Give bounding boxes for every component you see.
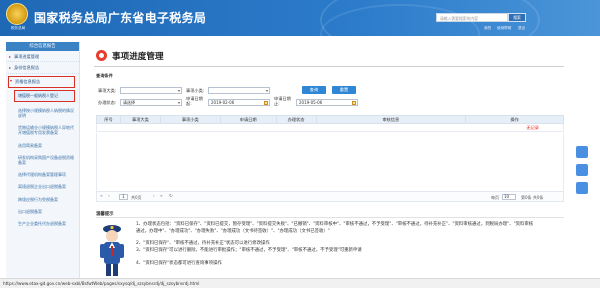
site-title[interactable]: 国家税务总局广东省电子税务局 [34,9,206,26]
tip-line: 1、办理状态包括："资料已保存"、"资料已提交，暂存受理"、"资料提交失败"、"… [136,222,534,234]
sidebar-sub-item[interactable]: 跨境应税行为免税备案 [6,193,79,205]
sidebar-sub-item[interactable]: 选择代理机构备案管理事项 [6,168,79,180]
sidebar-item-label: 事项进度管理 [14,54,40,59]
sidebar-group-qualification[interactable]: ▾ 资格信息报告 [8,75,75,88]
status-select[interactable]: 请选择 [120,99,182,106]
column-header[interactable]: 审核信息 [315,115,467,124]
site-header: 税务总局 国家税务总局广东省电子税务局 请输入需要搜索的内容 搜索 我的 使用帮… [0,0,600,36]
matter-subcategory-select[interactable] [208,87,270,94]
browser-status-bar: https://www.etax-gd.gov.cn/web-sxbl/Bsfw… [0,278,600,288]
caret-down-icon: ▾ [10,77,13,83]
emblem-caption: 税务总局 [10,26,26,30]
per-page-label: 每页 [491,195,499,200]
sidebar-sub-item[interactable]: 货物运输业小规模纳税人异地代开增值税专用发票备案 [6,121,79,138]
apply-date-start-label: 申请日期起: [186,96,203,106]
matter-subcategory-label: 事项小类: [186,88,205,93]
apply-date-start-value: 2019-02-06 [211,100,235,105]
sidebar-sub-item[interactable]: 选择按小规模纳税人纳税的情况说明 [6,104,79,121]
calendar-icon[interactable] [352,101,356,105]
floating-tools [576,146,590,200]
page-title: 事项进度管理 [112,52,164,62]
sidebar-item-label: 身份信息报告 [14,65,40,71]
sidebar-item-matter-progress[interactable]: ▸ 事项进度管理 [6,51,79,63]
apply-date-end-label: 申请日期止: [274,96,291,106]
header-link-help[interactable]: 使用帮助 [497,26,511,31]
search-input[interactable]: 请输入需要搜索的内容 [436,13,508,22]
sidebar-sub-item[interactable]: 选用简易备案 [6,139,79,151]
first-page-icon[interactable]: « [100,194,103,199]
back-to-top-icon[interactable] [576,182,588,194]
sidebar-heading[interactable]: 综合信息报告 [6,42,79,51]
page-number-input[interactable]: 1 [119,194,128,200]
sidebar: 综合信息报告 ▸ 事项进度管理 ▸ 身份信息报告 ▾ 资格信息报告 增值税一般纳… [6,42,80,288]
sidebar-group-label: 资格信息报告 [15,78,41,84]
sidebar-sub-item[interactable]: 离境退税企业出口退税备案 [6,180,79,192]
apply-date-end-input[interactable]: 2019-05-06 [296,99,358,106]
column-header[interactable]: 办理状态 [275,115,317,124]
title-divider [94,66,564,67]
tax-emblem-icon [6,3,28,25]
status-url: https://www.etax-gd.gov.cn/web-sxbl/Bsfw… [3,281,200,286]
tips-divider [96,217,564,218]
status-label: 办理状态: [98,100,117,105]
column-header[interactable]: 序号 [96,115,121,124]
apply-date-end-value: 2019-05-06 [299,100,323,105]
sidebar-sub-item[interactable]: 出口退税备案 [6,205,79,217]
prev-page-icon[interactable]: ‹ [108,194,110,199]
refresh-icon[interactable]: ↻ [169,194,173,199]
sidebar-sub-item[interactable]: 生产企业委托代办退税备案 [6,217,79,229]
record-count-text: 第0条 共0条 [521,195,544,200]
column-header[interactable]: 事项大类 [119,115,161,124]
header-link-logout[interactable]: 退出 [518,26,525,31]
empty-record-text: 无记录 [96,123,564,132]
column-header[interactable]: 事项小类 [159,115,221,124]
pagination-bar: « ‹ 1 共0页 › » ↻ 每页 10 第0条 共0条 [96,191,564,202]
phone-icon[interactable] [576,164,588,176]
table-header-row: 序号 事项大类 事项小类 申请日期 办理状态 审核信息 操作 [96,115,564,124]
apply-date-start-input[interactable]: 2019-02-06 [208,99,270,106]
tip-line: 4、"资料已保存"状态都可进行查询事项操作 [136,261,222,266]
column-header[interactable]: 操作 [465,115,564,124]
sidebar-item-identity-report[interactable]: ▸ 身份信息报告 [6,62,79,74]
last-page-icon[interactable]: » [160,194,163,199]
matter-category-label: 事项大类: [98,88,117,93]
chat-icon[interactable] [576,146,588,158]
query-button[interactable]: 查询 [302,86,326,94]
calendar-icon[interactable] [264,101,268,105]
table-row: 无记录 [96,123,564,132]
query-section-label: 查询条件 [96,73,113,78]
next-page-icon[interactable]: › [153,194,155,199]
reset-button[interactable]: 重置 [332,86,356,94]
page-size-select[interactable]: 10 [502,194,516,200]
tax-officer-illustration [100,225,124,276]
page-title-icon [96,50,107,61]
column-header[interactable]: 申请日期 [219,115,277,124]
results-table: 序号 事项大类 事项小类 申请日期 办理状态 审核信息 操作 无记录 [96,115,564,132]
total-pages-text: 共0页 [131,195,142,200]
caret-right-icon: ▸ [9,54,12,59]
tip-line: 3、"资料已保存"可以进行删除，不能进行审批操作；"审核不通过，不予受理"、"审… [136,248,362,253]
tip-line: 2、"资料已保存"、"审核不通过，待补充补正"状态可以进行修改操作 [136,241,270,246]
header-link-mine[interactable]: 我的 [484,26,491,31]
sidebar-sub-item[interactable]: 研发机构采购国产设备退税资格备案 [6,151,79,168]
table-body-area [96,133,564,191]
matter-category-select[interactable] [120,87,182,94]
caret-right-icon: ▸ [9,65,12,71]
search-button[interactable]: 搜索 [508,13,526,22]
sidebar-sub-general-taxpayer[interactable]: 增值税一般纳税人登记 [14,89,75,102]
main-panel: 事项进度管理 查询条件 事项大类: 事项小类: 查询 重置 办理状态: 请选择 … [86,42,570,288]
